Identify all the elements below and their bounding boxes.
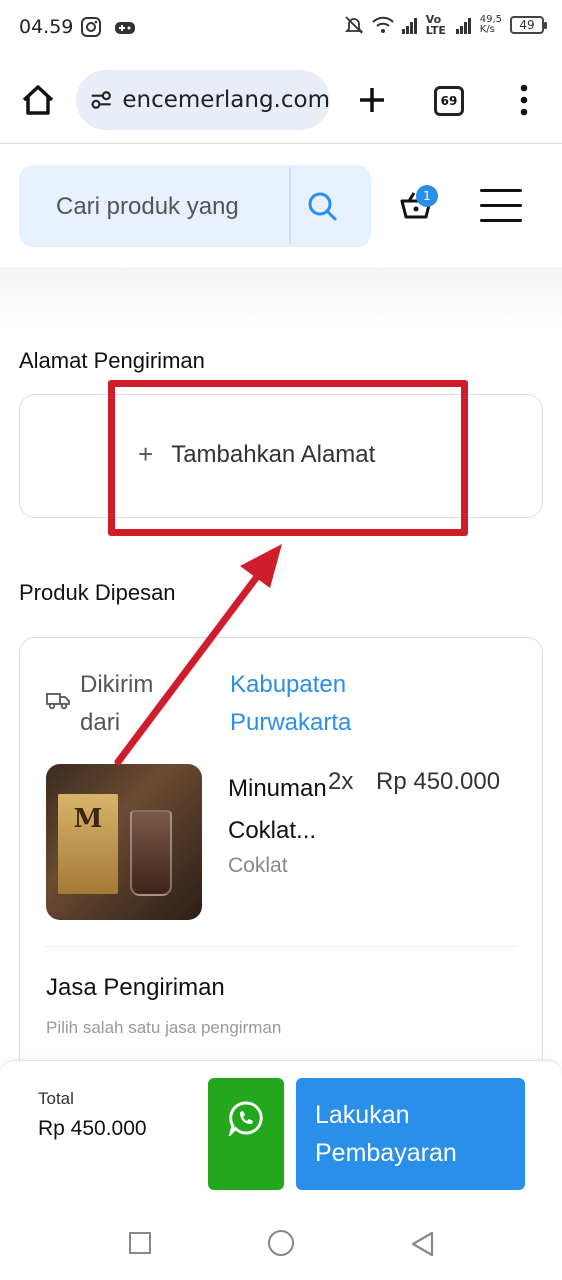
whatsapp-icon (228, 1101, 263, 1136)
product-price: Rp 450.000 (376, 768, 501, 795)
cart-badge: 1 (416, 185, 438, 207)
address-bar[interactable]: encemerlang.com (76, 70, 330, 130)
product-box: M (58, 794, 118, 894)
gamepad-icon (115, 22, 135, 34)
mute-bell-icon (344, 16, 363, 34)
home-circle-icon[interactable] (268, 1230, 294, 1256)
more-vert-icon[interactable] (512, 80, 536, 120)
checkout-bar: Total Rp 450.000 Lakukan Pembayaran (0, 1060, 562, 1210)
status-bar: 04.59 Vo LTE 49,5 K/s 49 (0, 0, 562, 56)
order-section-title: Produk Dipesan (19, 580, 176, 605)
recent-apps-icon[interactable] (129, 1232, 151, 1254)
home-icon[interactable] (18, 80, 58, 120)
url-text: encemerlang.com (122, 87, 330, 113)
whatsapp-button[interactable] (208, 1078, 284, 1190)
product-glass (130, 810, 172, 896)
network-type: Vo LTE (425, 13, 446, 37)
status-time: 04.59 (19, 16, 74, 38)
instagram-icon (81, 17, 101, 37)
tab-switcher-button[interactable]: 69 (434, 86, 464, 116)
new-tab-plus-icon[interactable] (352, 78, 392, 122)
total-label: Total (38, 1089, 74, 1108)
back-triangle-icon[interactable] (410, 1230, 436, 1258)
product-quantity: 2x (328, 768, 354, 795)
search-divider (289, 167, 291, 245)
product-variant: Coklat (228, 854, 288, 877)
wifi-icon (372, 16, 394, 33)
signal-icon-2 (455, 18, 471, 34)
battery-icon: 49 (510, 16, 547, 34)
pay-button[interactable]: Lakukan Pembayaran (296, 1078, 525, 1190)
search-input[interactable]: Cari produk yang (19, 165, 371, 247)
address-section-title: Alamat Pengiriman (19, 348, 205, 373)
shop-header: Cari produk yang 1 (0, 145, 562, 267)
ship-from-city[interactable]: Kabupaten Purwakarta (230, 666, 400, 742)
truck-icon (46, 693, 70, 710)
speed-unit: K/s (479, 24, 495, 35)
network-speed: 49,5 K/s (480, 15, 502, 35)
total-value: Rp 450.000 (38, 1117, 147, 1140)
divider (46, 946, 518, 947)
search-placeholder: Cari produk yang (56, 193, 239, 220)
system-nav-bar (0, 1210, 562, 1280)
shipping-service-hint[interactable]: Pilih salah satu jasa pengirman (46, 1018, 281, 1038)
signal-icon (401, 18, 417, 34)
header-shadow (0, 267, 562, 327)
browser-toolbar: encemerlang.com 69 (0, 56, 562, 144)
annotation-highlight-box (108, 380, 468, 536)
site-settings-icon[interactable] (90, 87, 112, 113)
tab-count: 69 (440, 94, 458, 108)
battery-level: 49 (519, 18, 535, 32)
shipping-service-title: Jasa Pengiriman (46, 974, 225, 1001)
hamburger-menu-icon[interactable] (480, 189, 522, 223)
status-indicators: Vo LTE 49,5 K/s 49 (344, 13, 547, 37)
product-brand-logo: M (73, 804, 103, 834)
product-card: Dikirim dari Kabupaten Purwakarta M Minu… (19, 637, 543, 1097)
ship-from-label: Dikirim dari (80, 671, 154, 736)
search-icon[interactable] (299, 183, 345, 229)
product-image: M (46, 764, 202, 920)
